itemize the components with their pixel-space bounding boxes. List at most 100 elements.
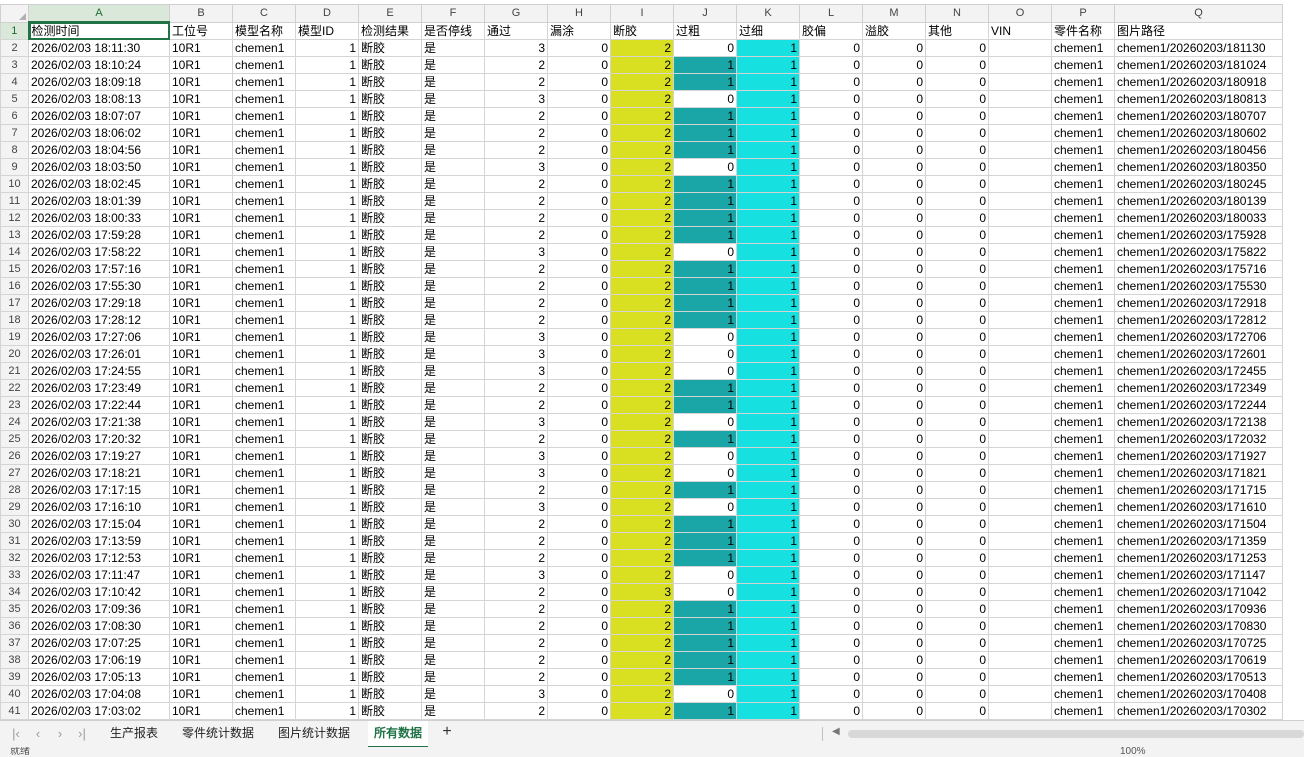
table-cell[interactable] — [988, 73, 1052, 91]
row-header[interactable]: 21 — [0, 362, 29, 380]
table-cell[interactable]: 3 — [484, 158, 548, 176]
table-cell[interactable]: 是 — [421, 294, 485, 312]
table-cell[interactable]: 0 — [925, 73, 989, 91]
table-cell[interactable]: 2 — [610, 532, 674, 550]
table-cell[interactable]: 1 — [736, 651, 800, 669]
table-cell[interactable] — [988, 158, 1052, 176]
table-cell[interactable]: 0 — [925, 702, 989, 720]
table-cell[interactable]: 1 — [673, 73, 737, 91]
table-cell[interactable]: 1 — [736, 481, 800, 499]
table-cell[interactable]: chemen1 — [232, 260, 296, 278]
column-header-a[interactable]: A — [28, 4, 170, 23]
table-cell[interactable]: 0 — [925, 226, 989, 244]
table-cell[interactable]: 0 — [547, 464, 611, 482]
table-cell[interactable]: 10R1 — [169, 277, 233, 295]
table-cell[interactable]: 2 — [484, 549, 548, 567]
table-cell[interactable]: 10R1 — [169, 158, 233, 176]
table-cell[interactable]: 2026/02/03 17:16:10 — [28, 498, 170, 516]
table-cell[interactable]: 2 — [610, 277, 674, 295]
header-cell[interactable]: 模型名称 — [232, 21, 296, 40]
table-cell[interactable]: 1 — [673, 192, 737, 210]
table-cell[interactable]: 1 — [736, 583, 800, 601]
table-cell[interactable]: 0 — [925, 260, 989, 278]
table-cell[interactable]: 断胶 — [358, 651, 422, 669]
table-cell[interactable]: 2 — [610, 294, 674, 312]
table-cell[interactable]: 2026/02/03 18:03:50 — [28, 158, 170, 176]
table-cell[interactable]: 3 — [484, 39, 548, 57]
table-cell[interactable]: 0 — [799, 277, 863, 295]
table-cell[interactable]: chemen1 — [232, 209, 296, 227]
table-cell[interactable]: 2 — [484, 634, 548, 652]
row-header[interactable]: 33 — [0, 566, 29, 584]
table-cell[interactable]: 0 — [925, 192, 989, 210]
table-cell[interactable]: 10R1 — [169, 481, 233, 499]
row-header[interactable]: 4 — [0, 73, 29, 91]
table-cell[interactable]: 0 — [547, 311, 611, 329]
table-cell[interactable]: 0 — [673, 413, 737, 431]
header-cell[interactable]: 工位号 — [169, 21, 233, 40]
table-cell[interactable]: 是 — [421, 447, 485, 465]
table-cell[interactable]: chemen1/20260203/172455 — [1114, 362, 1283, 380]
table-cell[interactable]: 2 — [610, 413, 674, 431]
table-cell[interactable]: chemen1 — [232, 90, 296, 108]
table-cell[interactable]: chemen1 — [1051, 294, 1115, 312]
table-cell[interactable]: 0 — [925, 328, 989, 346]
table-cell[interactable] — [988, 515, 1052, 533]
table-cell[interactable]: 0 — [799, 328, 863, 346]
table-cell[interactable]: 0 — [925, 311, 989, 329]
table-cell[interactable]: chemen1/20260203/171042 — [1114, 583, 1283, 601]
table-cell[interactable]: 1 — [673, 226, 737, 244]
table-cell[interactable]: 是 — [421, 158, 485, 176]
column-header-g[interactable]: G — [484, 4, 548, 23]
table-cell[interactable]: 是 — [421, 685, 485, 703]
table-cell[interactable]: 2 — [484, 515, 548, 533]
table-cell[interactable]: 0 — [799, 668, 863, 686]
header-cell[interactable]: 零件名称 — [1051, 21, 1115, 40]
table-cell[interactable]: 0 — [799, 481, 863, 499]
table-cell[interactable]: 0 — [673, 566, 737, 584]
header-cell[interactable]: 模型ID — [295, 21, 359, 40]
table-cell[interactable]: 2026/02/03 17:20:32 — [28, 430, 170, 448]
table-cell[interactable]: 0 — [799, 549, 863, 567]
row-header[interactable]: 35 — [0, 600, 29, 618]
table-cell[interactable]: 0 — [862, 634, 926, 652]
table-cell[interactable]: 2026/02/03 17:24:55 — [28, 362, 170, 380]
table-cell[interactable]: 0 — [862, 277, 926, 295]
table-cell[interactable]: 1 — [295, 226, 359, 244]
table-cell[interactable]: chemen1 — [1051, 617, 1115, 635]
row-header[interactable]: 30 — [0, 515, 29, 533]
table-cell[interactable]: chemen1/20260203/172138 — [1114, 413, 1283, 431]
table-cell[interactable] — [988, 192, 1052, 210]
table-cell[interactable]: chemen1/20260203/180033 — [1114, 209, 1283, 227]
row-header[interactable]: 5 — [0, 90, 29, 108]
table-cell[interactable]: 1 — [673, 617, 737, 635]
table-cell[interactable]: 0 — [862, 515, 926, 533]
table-cell[interactable]: chemen1/20260203/180707 — [1114, 107, 1283, 125]
table-cell[interactable]: chemen1 — [232, 141, 296, 159]
table-cell[interactable]: 0 — [925, 243, 989, 261]
table-cell[interactable]: 2026/02/03 17:57:16 — [28, 260, 170, 278]
table-cell[interactable]: 10R1 — [169, 39, 233, 57]
table-cell[interactable]: 1 — [295, 498, 359, 516]
table-cell[interactable]: 0 — [547, 481, 611, 499]
table-cell[interactable]: 是 — [421, 651, 485, 669]
table-cell[interactable] — [988, 396, 1052, 414]
table-cell[interactable]: 2 — [610, 56, 674, 74]
table-cell[interactable]: 0 — [673, 498, 737, 516]
add-sheet-icon[interactable]: + — [439, 723, 455, 741]
table-cell[interactable] — [988, 430, 1052, 448]
table-cell[interactable]: 0 — [799, 226, 863, 244]
table-cell[interactable]: 0 — [925, 634, 989, 652]
table-cell[interactable]: 0 — [862, 362, 926, 380]
table-cell[interactable]: 1 — [673, 651, 737, 669]
table-cell[interactable]: 2 — [610, 634, 674, 652]
table-cell[interactable]: 0 — [925, 481, 989, 499]
row-header[interactable]: 6 — [0, 107, 29, 125]
table-cell[interactable]: 1 — [295, 158, 359, 176]
table-cell[interactable]: 0 — [799, 413, 863, 431]
table-cell[interactable]: 2 — [610, 243, 674, 261]
table-cell[interactable]: 0 — [547, 702, 611, 720]
table-cell[interactable]: 0 — [673, 328, 737, 346]
table-cell[interactable]: 1 — [736, 243, 800, 261]
table-cell[interactable]: 2 — [610, 651, 674, 669]
